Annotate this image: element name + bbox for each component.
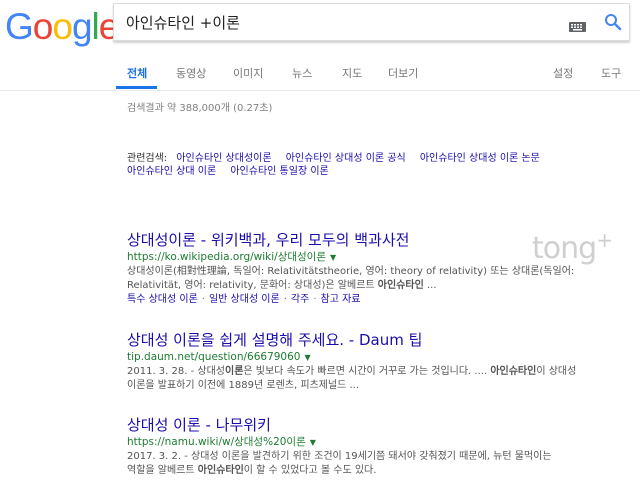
tab-more[interactable]: 더보기 — [388, 65, 418, 81]
snippet-text: 2011. 3. 28. - 상대성 — [127, 366, 225, 377]
result-snippet: 2017. 3. 2. - 상대성 이론을 발견하기 위한 조건이 19세기쯤 … — [127, 451, 552, 462]
snippet-text: 역할을 알베르트 — [127, 465, 198, 476]
related-link[interactable]: 아인슈타인 통일장 이론 — [230, 166, 328, 177]
related-link[interactable]: 아인슈타인 상대성 이론 공식 — [286, 153, 406, 164]
result-snippet: 이론을 발표하기 이전에 1889년 로렌츠, 피츠제널드 ... — [127, 380, 360, 391]
sitelink[interactable]: 일반 상대성 이론 — [209, 294, 280, 305]
result-snippet: 역할을 알베르트 아인슈타인이 할 수 있었다고 볼 수도 있다. — [127, 464, 632, 478]
sitelink[interactable]: 참고 자료 — [321, 294, 361, 305]
search-tabs: 전체 동영상 이미지 뉴스 지도 더보기 설정 도구 — [0, 58, 640, 91]
tong-watermark: tong+ — [532, 228, 613, 266]
watermark-text: tong — [532, 231, 597, 266]
snippet-bold: 아인슈타인 — [490, 366, 537, 377]
google-logo[interactable]: Google — [5, 6, 119, 48]
result-snippet: 2011. 3. 28. - 상대성이론은 빛보다 속도가 빠르면 시간이 거꾸… — [127, 365, 632, 379]
snippet-text: 이 상대성 — [536, 366, 577, 377]
logo-letter: G — [5, 6, 34, 47]
search-box — [113, 3, 630, 41]
result-sitelinks: 특수 상대성 이론 · 일반 상대성 이론 · 각주 · 참고 자료 — [127, 294, 361, 305]
url-dropdown-icon[interactable]: ▼ — [310, 438, 316, 447]
result-stats: 검색결과 약 388,000개 (0.27초) — [127, 103, 273, 114]
search-result: 상대성 이론을 쉽게 설명해 주세요. - Daum 팁 tip.daum.ne… — [127, 331, 632, 393]
search-input[interactable] — [126, 13, 546, 31]
result-url: https://namu.wiki/w/상대성%20이론 ▼ — [127, 435, 632, 450]
tab-news[interactable]: 뉴스 — [292, 65, 312, 81]
related-link[interactable]: 아인슈타인 상대 이론 — [127, 166, 216, 177]
sitelink[interactable]: 특수 상대성 이론 — [127, 294, 198, 305]
related-link[interactable]: 아인슈타인 상대성 이론 논문 — [420, 153, 540, 164]
result-title-link[interactable]: 상대성 이론 - 나무위키 — [127, 416, 632, 434]
result-url-text: https://namu.wiki/w/상대성%20이론 — [127, 436, 306, 448]
result-snippet: 상대성이론(相對性理論, 독일어: Relativitätstheorie, 영… — [127, 266, 575, 277]
logo-letter: o — [32, 6, 54, 47]
snippet-text: ... — [423, 280, 437, 291]
result-url-text: tip.daum.net/question/66679060 — [127, 351, 301, 363]
tab-videos[interactable]: 동영상 — [176, 65, 206, 81]
url-dropdown-icon[interactable]: ▼ — [304, 353, 310, 362]
tab-all[interactable]: 전체 — [127, 65, 147, 81]
result-title-link[interactable]: 상대성 이론을 쉽게 설명해 주세요. - Daum 팁 — [127, 331, 632, 349]
tab-maps[interactable]: 지도 — [342, 65, 362, 81]
snippet-bold: 아인슈타인 — [197, 465, 244, 476]
related-link[interactable]: 아인슈타인 상대성이론 — [176, 153, 271, 164]
tab-tools[interactable]: 도구 — [601, 65, 621, 81]
logo-letter: o — [52, 6, 73, 47]
snippet-text: 이 할 수 있었다고 볼 수도 있다. — [243, 465, 377, 476]
result-url-text: https://ko.wikipedia.org/wiki/상대성이론 — [127, 251, 327, 263]
keyboard-icon[interactable] — [569, 17, 586, 36]
snippet-text: Relativität, 영어: relativity, 문화어: 상대성)은 … — [127, 280, 378, 291]
related-label: 관련검색: — [127, 153, 168, 164]
snippet-bold: 이론 — [225, 366, 244, 377]
result-url: tip.daum.net/question/66679060 ▼ — [127, 350, 632, 365]
logo-letter: g — [71, 6, 93, 47]
result-snippet: Relativität, 영어: relativity, 문화어: 상대성)은 … — [127, 279, 632, 293]
sitelink[interactable]: 각주 — [291, 294, 309, 305]
logo-letter: l — [91, 6, 100, 47]
tab-settings[interactable]: 설정 — [553, 65, 573, 81]
magnifier-icon[interactable] — [604, 13, 622, 35]
tab-images[interactable]: 이미지 — [233, 65, 263, 81]
search-result: 상대성 이론 - 나무위키 https://namu.wiki/w/상대성%20… — [127, 416, 632, 478]
url-dropdown-icon[interactable]: ▼ — [330, 253, 336, 262]
active-tab-indicator — [116, 86, 157, 89]
snippet-text: 은 빛보다 속도가 빠르면 시간이 거꾸로 가는 것입니다. .... — [243, 366, 491, 377]
snippet-bold: 아인슈타인 — [377, 280, 424, 291]
related-searches: 관련검색: 아인슈타인 상대성이론 아인슈타인 상대성 이론 공식 아인슈타인 … — [127, 152, 551, 178]
watermark-plus: + — [596, 228, 613, 252]
